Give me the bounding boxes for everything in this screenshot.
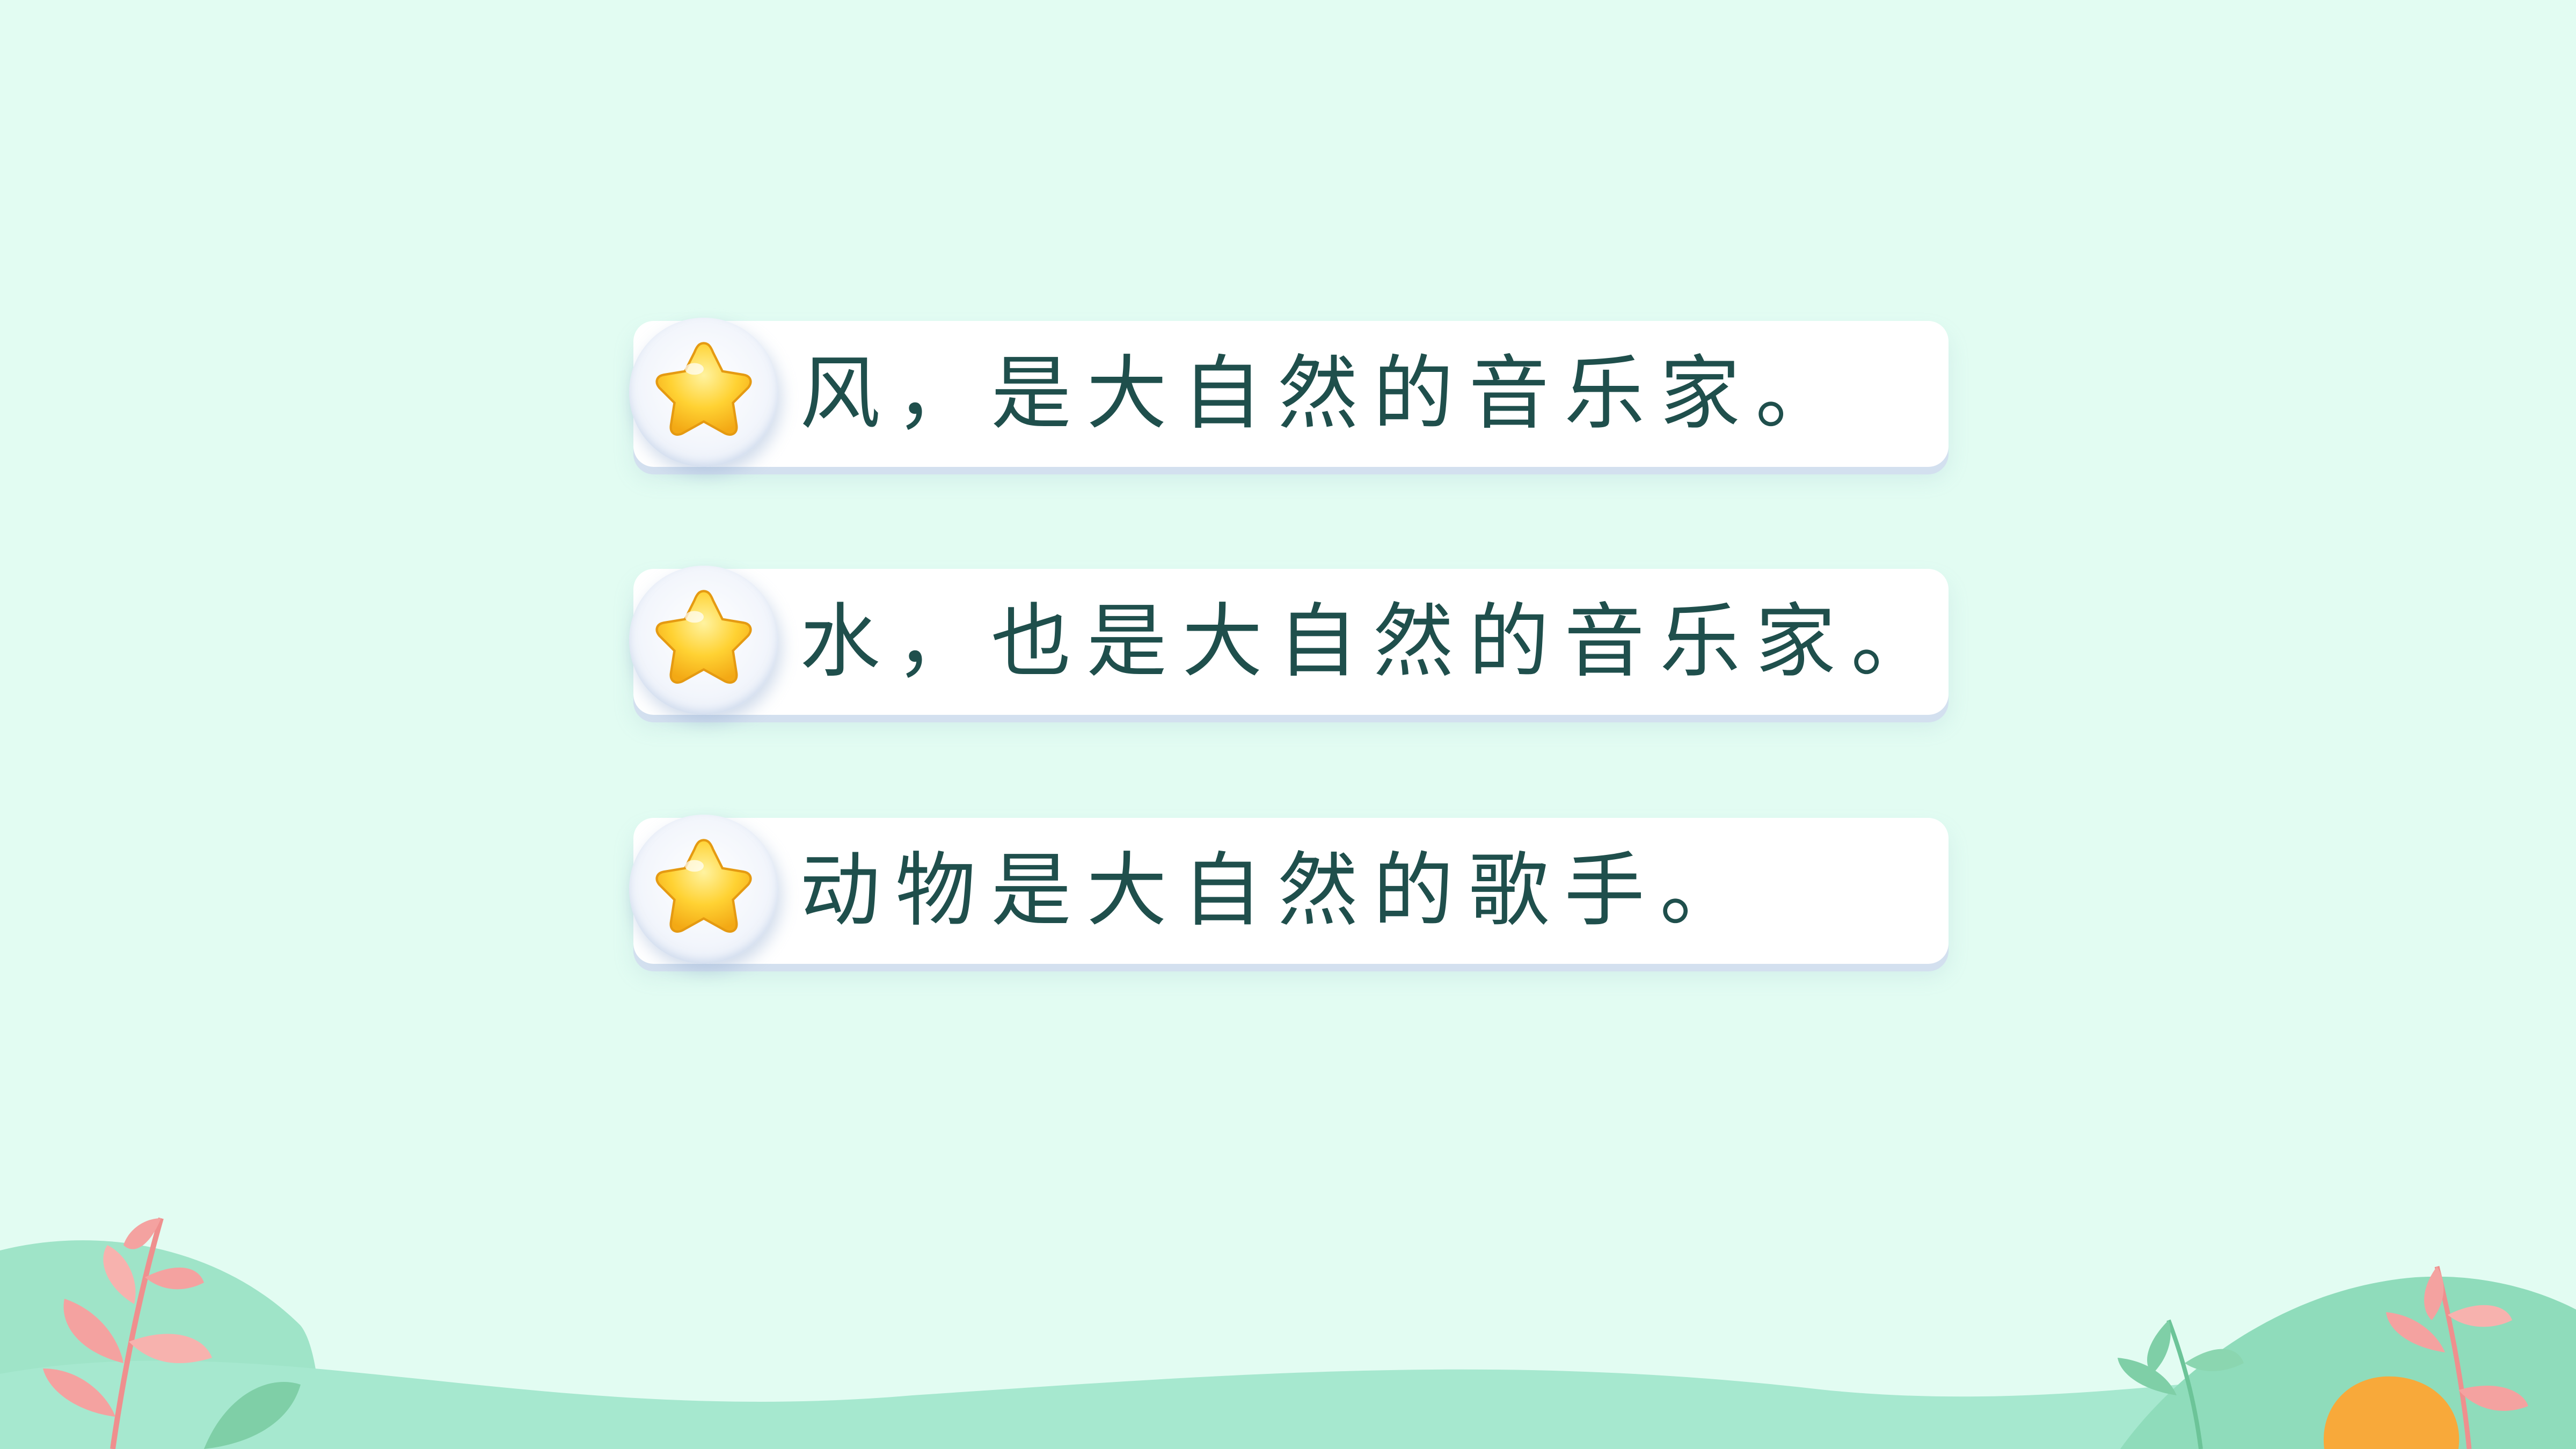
- slide: 风，是大自然的音乐家。 水，也是大自然的音乐家。 动物是大自然的歌手。: [0, 0, 2576, 1449]
- bottom-decoration: [0, 1217, 2576, 1449]
